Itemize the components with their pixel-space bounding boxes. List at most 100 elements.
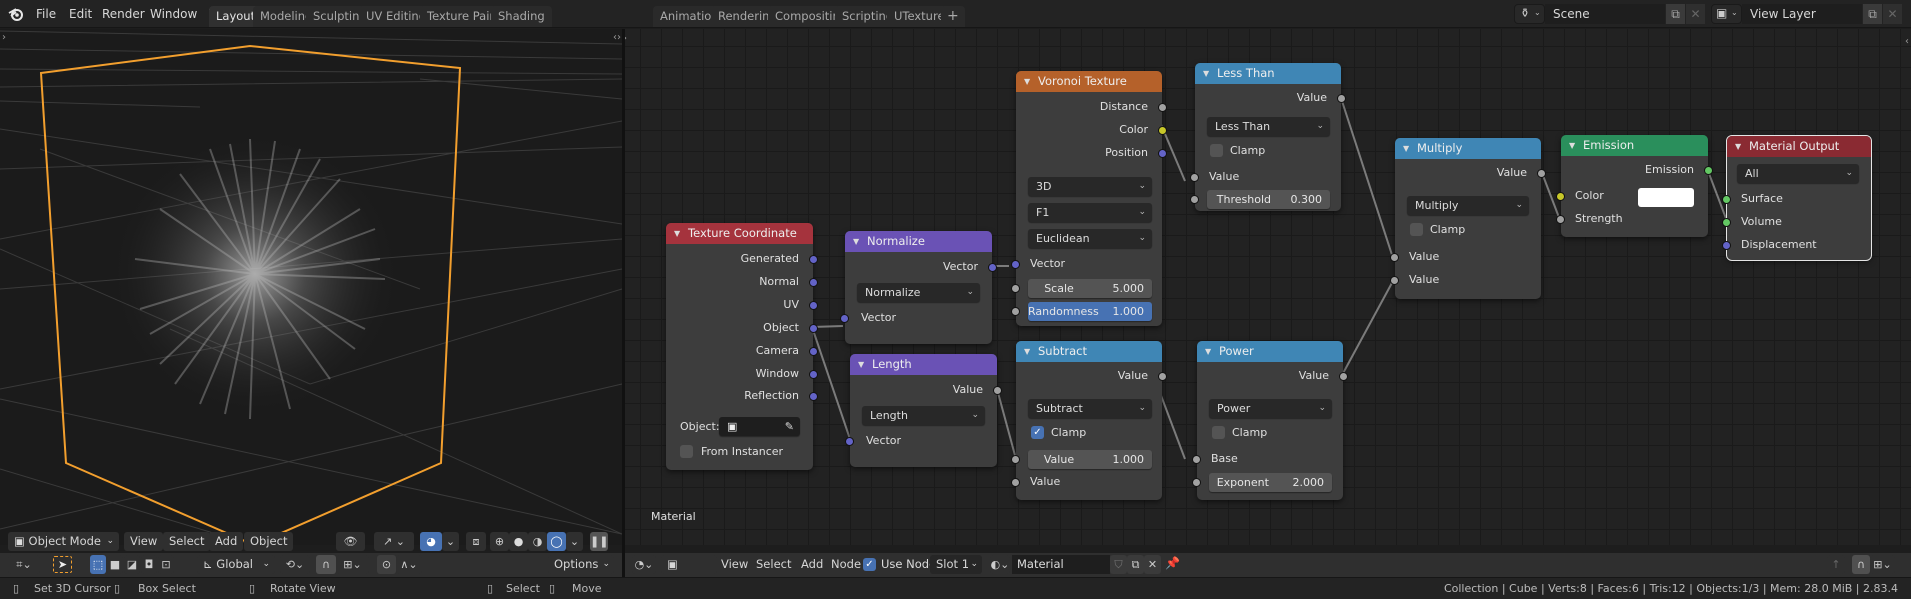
select-extend-icon[interactable]: ■ [107, 555, 123, 574]
viewport-menu-select[interactable]: Select [163, 532, 211, 551]
socket-threshold-in[interactable] [1190, 195, 1199, 204]
socket-strength-in[interactable] [1556, 215, 1565, 224]
exponent-field[interactable]: Exponent 2.000 [1209, 473, 1332, 492]
socket-value2-in[interactable] [1390, 276, 1399, 285]
socket-value-out[interactable] [1158, 372, 1167, 381]
node-header[interactable]: ▼ Voronoi Texture [1016, 71, 1162, 92]
collapse-triangle-icon[interactable]: ▼ [1024, 341, 1030, 362]
socket-value-out[interactable] [993, 386, 1002, 395]
ne-sidebar-expand-icon[interactable]: ‹ [1905, 36, 1909, 47]
select-intersect-icon[interactable]: ⊡ [158, 555, 174, 574]
collapse-triangle-icon[interactable]: ▼ [858, 354, 864, 375]
delete-scene-button[interactable]: ✕ [1686, 4, 1705, 24]
node-header[interactable]: ▼ Length [850, 354, 997, 375]
chevron-down-icon[interactable]: ⌄ [566, 532, 583, 551]
wireframe-shading-icon[interactable]: ⊕ [490, 532, 509, 551]
node-voronoi-texture[interactable]: ▼ Voronoi Texture Distance Color Position… [1011, 71, 1167, 326]
editor-type-3d-viewport-icon[interactable]: ⌗⌄ [8, 555, 40, 574]
target-dropdown[interactable]: All ⌄ [1737, 164, 1859, 183]
viewport-menu-object[interactable]: Object [244, 532, 294, 551]
node-power[interactable]: ▼ Power Value Power ⌄ Clamp Base Exponent 2… [1192, 341, 1348, 500]
socket-vector-out[interactable] [988, 263, 997, 272]
collapse-triangle-icon[interactable]: ▼ [1735, 136, 1741, 157]
socket-normal[interactable] [809, 278, 818, 287]
node-material-output[interactable]: ▼ Material Output All ⌄ Surface Volume Dis… [1722, 135, 1872, 261]
node-emission[interactable]: ▼ Emission Emission Color Strength [1556, 135, 1713, 237]
value-field[interactable]: Value 1.000 [1028, 450, 1152, 469]
collapse-triangle-icon[interactable]: ▼ [853, 231, 859, 252]
socket-color-in[interactable] [1556, 192, 1565, 201]
snap-element-icon[interactable]: ⊞⌄ [1870, 555, 1895, 574]
select-invert-icon[interactable]: ◘ [141, 555, 157, 574]
gizmo-toggle-icon[interactable]: ↗ ⌄ [374, 532, 414, 551]
collapse-triangle-icon[interactable]: ▼ [674, 223, 680, 244]
socket-value2-in[interactable] [1011, 478, 1020, 487]
viewport-menu-add[interactable]: Add [209, 532, 244, 551]
object-mode-dropdown[interactable]: ▣ Object Mode ⌄ [8, 532, 119, 551]
scale-field[interactable]: Scale 5.000 [1028, 279, 1152, 298]
socket-value-out[interactable] [1337, 94, 1346, 103]
delete-view-layer-button[interactable]: ✕ [1883, 4, 1902, 24]
distance-metric-dropdown[interactable]: Euclidean ⌄ [1028, 229, 1152, 248]
slot-dropdown[interactable]: Slot 1 ⌄ [930, 555, 982, 574]
snap-toggle-icon[interactable]: ∩ [1852, 555, 1870, 574]
material-name-field[interactable]: Material [1012, 555, 1110, 574]
socket-vector-in[interactable] [845, 437, 854, 446]
collapse-triangle-icon[interactable]: ▼ [1205, 341, 1211, 362]
viewport-menu-view[interactable]: View [124, 532, 164, 551]
select-new-icon[interactable]: ⬚ [90, 555, 106, 574]
unlink-material-icon[interactable]: ✕ [1144, 555, 1161, 574]
socket-distance[interactable] [1158, 103, 1167, 112]
shader-type-dropdown[interactable]: ▣ Object ⌄ [661, 555, 717, 590]
rendered-shading-icon[interactable]: ◯ [547, 532, 566, 551]
socket-reflection[interactable] [809, 392, 818, 401]
ne-toolbar-expand-icon[interactable]: › [625, 33, 627, 44]
socket-volume-in[interactable] [1722, 218, 1731, 227]
node-header[interactable]: ▼ Material Output [1727, 136, 1871, 157]
socket-value-out[interactable] [1339, 372, 1348, 381]
ne-menu-select[interactable]: Select [750, 555, 797, 574]
socket-randomness-in[interactable] [1011, 307, 1020, 316]
clamp-checkbox[interactable]: ✓ [1031, 426, 1044, 439]
solid-shading-icon[interactable]: ● [509, 532, 528, 551]
clamp-checkbox[interactable] [1410, 223, 1423, 236]
menu-edit[interactable]: Edit [65, 5, 96, 23]
color-swatch[interactable] [1638, 188, 1694, 207]
object-picker-field[interactable]: ▣ ✎ [719, 417, 800, 436]
socket-object[interactable] [809, 324, 818, 333]
socket-value-in[interactable] [1190, 173, 1199, 182]
socket-color[interactable] [1158, 126, 1167, 135]
menu-file[interactable]: File [32, 5, 60, 23]
socket-surface-in[interactable] [1722, 195, 1731, 204]
clamp-checkbox[interactable] [1210, 144, 1223, 157]
parent-node-tree-icon[interactable]: ↑ [1827, 555, 1845, 574]
overlays-toggle-icon[interactable]: ◕ [420, 532, 442, 551]
pause-render-icon[interactable]: ❚❚ [590, 532, 608, 551]
node-subtract[interactable]: ▼ Subtract Value Subtract ⌄ ✓ Clamp Value 1… [1011, 341, 1167, 500]
node-length[interactable]: ▼ Length Value Length ⌄ Vector [845, 354, 1002, 467]
node-multiply[interactable]: ▼ Multiply Value Multiply ⌄ Clamp Value Va… [1390, 138, 1546, 299]
vector-math-operation-dropdown[interactable]: Normalize ⌄ [857, 283, 980, 302]
options-dropdown[interactable]: Options ⌄ [548, 555, 614, 574]
add-workspace-button[interactable]: + [941, 6, 965, 27]
collapse-triangle-icon[interactable]: ▼ [1569, 135, 1575, 156]
view-layer-name-field[interactable]: View Layer [1742, 4, 1862, 24]
blender-logo-icon[interactable] [8, 6, 24, 22]
node-less-than[interactable]: ▼ Less Than Value Less Than ⌄ Clamp Value … [1190, 63, 1346, 211]
clamp-checkbox[interactable] [1212, 426, 1225, 439]
node-normalize[interactable]: ▼ Normalize Vector Normalize ⌄ Vector [840, 231, 997, 344]
view-layer-browse-button[interactable]: ▣ ⌄ [1711, 4, 1742, 24]
node-header[interactable]: ▼ Less Than [1195, 63, 1341, 84]
node-texture-coordinate[interactable]: ▼ Texture Coordinate Generated Normal UV … [666, 223, 818, 470]
socket-vector-in[interactable] [840, 314, 849, 323]
transform-orientation-dropdown[interactable]: ⊾ Global ⌄ [197, 555, 275, 574]
math-operation-dropdown[interactable]: Multiply ⌄ [1407, 196, 1529, 215]
socket-value-out[interactable] [1537, 169, 1546, 178]
shader-node-editor[interactable]: ▼ Texture Coordinate Generated Normal UV … [625, 29, 1911, 545]
toolbar-expand-icon[interactable]: › [2, 32, 6, 43]
socket-emission-out[interactable] [1704, 166, 1713, 175]
socket-value1-in[interactable] [1011, 455, 1020, 464]
collapse-triangle-icon[interactable]: ▼ [1203, 63, 1209, 84]
xray-toggle-icon[interactable]: ⧈ [466, 532, 486, 551]
material-preview-shading-icon[interactable]: ◑ [528, 532, 547, 551]
